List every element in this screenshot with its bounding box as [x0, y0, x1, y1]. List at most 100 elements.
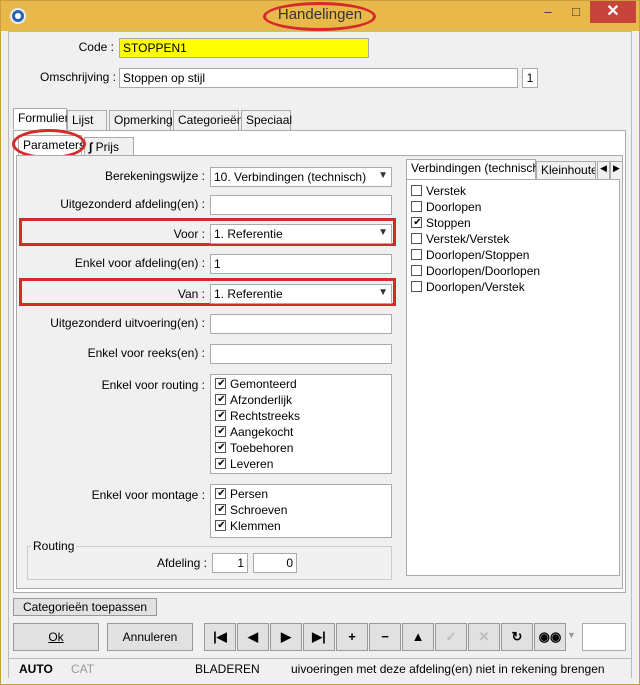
close-icon[interactable]: ✕ [590, 1, 636, 23]
status-cat: CAT [71, 662, 95, 676]
uitgezonderd-afdeling-label: Uitgezonderd afdeling(en) : [60, 197, 205, 211]
checkbox-unchecked[interactable] [411, 201, 422, 212]
tab-formulier[interactable]: Formulier [13, 108, 69, 129]
voor-select[interactable]: 1. Referentie ▼ [210, 224, 392, 244]
verbinding-item-label: Doorlopen/Verstek [426, 280, 525, 294]
code-field[interactable]: STOPPEN1 [119, 38, 369, 58]
van-label: Van : [177, 287, 205, 301]
tab-lijst[interactable]: Lijst [67, 110, 107, 130]
scroll-right-icon[interactable]: ▶ [610, 161, 623, 179]
enkel-afdeling-field[interactable]: 1 [210, 254, 392, 274]
checkbox-unchecked[interactable] [411, 185, 422, 196]
omschrijving-counter: 1 [522, 68, 538, 88]
status-mode: BLADEREN [195, 662, 260, 676]
verbinding-item[interactable]: Doorlopen/Doorlopen [411, 264, 540, 280]
van-value: 1. Referentie [214, 287, 283, 301]
voor-value: 1. Referentie [214, 227, 283, 241]
minimize-icon[interactable]: – [534, 1, 562, 23]
annuleren-button[interactable]: Annuleren [107, 623, 193, 651]
afdeling-from-field[interactable]: 1 [212, 553, 248, 573]
search-binoculars-icon[interactable]: ◉◉ [534, 623, 566, 651]
checkbox-checked[interactable] [215, 394, 227, 405]
ok-button[interactable]: Ok [13, 623, 99, 651]
chevron-down-icon: ▼ [378, 227, 388, 238]
checkbox-checked[interactable] [215, 442, 227, 453]
montage-item[interactable]: Schroeven [215, 503, 287, 519]
verbinding-item-label: Stoppen [426, 216, 471, 230]
montage-label: Enkel voor montage : [91, 488, 205, 502]
tab-opmerking[interactable]: Opmerking [109, 110, 173, 130]
afdeling-label: Afdeling : [156, 556, 207, 570]
checkbox-unchecked[interactable] [411, 265, 422, 276]
tab-kleinhouten[interactable]: Kleinhouten [536, 161, 596, 179]
omschrijving-label: Omschrijving : [39, 70, 116, 84]
add-icon[interactable]: + [336, 623, 368, 651]
first-record-icon[interactable]: |◀ [204, 623, 236, 651]
routing-item[interactable]: Gemonteerd [215, 377, 297, 393]
verbinding-item[interactable]: Verstek [411, 184, 466, 200]
tab-speciaal[interactable]: Speciaal [241, 110, 292, 130]
confirm-icon[interactable]: ✓ [435, 623, 467, 651]
checkbox-unchecked[interactable] [411, 249, 422, 260]
edit-icon[interactable]: ▲ [402, 623, 434, 651]
routing-item[interactable]: Afzonderlijk [215, 393, 292, 409]
checkbox-checked[interactable] [215, 378, 227, 389]
window: Handelingen – □ ✕ Code : STOPPEN1 Omschr… [0, 0, 640, 685]
checkbox-checked[interactable] [215, 488, 227, 499]
routing-item[interactable]: Rechtstreeks [215, 409, 300, 425]
routing-item[interactable]: Aangekocht [215, 425, 293, 441]
uitgezonderd-afdeling-field[interactable] [210, 195, 392, 215]
status-bar: AUTO CAT BLADEREN uivoeringen met deze a… [9, 658, 631, 678]
montage-item[interactable]: Persen [215, 487, 268, 503]
form-area: Code : STOPPEN1 Omschrijving : Stoppen o… [8, 31, 632, 678]
checkbox-unchecked[interactable] [411, 233, 422, 244]
checkbox-checked[interactable] [215, 520, 227, 531]
previous-record-icon[interactable]: ◀ [237, 623, 269, 651]
voor-label: Voor : [173, 227, 205, 241]
berekeningswijze-select[interactable]: 10. Verbindingen (technisch) ▼ [210, 167, 392, 187]
verbinding-item[interactable]: Doorlopen [411, 200, 481, 216]
verbinding-item-label: Doorlopen/Stoppen [426, 248, 530, 262]
categorieen-toepassen-button[interactable]: Categorieën toepassen [13, 598, 157, 616]
cancel-icon[interactable]: ✕ [468, 623, 500, 651]
routing-item-label: Toebehoren [230, 441, 294, 455]
verbinding-item[interactable]: Doorlopen/Stoppen [411, 248, 529, 264]
verbinding-item[interactable]: Verstek/Verstek [411, 232, 509, 248]
tab-verbindingen[interactable]: Verbindingen (technisch) [406, 159, 543, 179]
verbinding-item-label: Doorlopen/Doorlopen [426, 264, 541, 278]
code-label: Code : [78, 40, 114, 54]
uitgezonderd-uitvoering-field[interactable] [210, 314, 392, 334]
dropdown-arrow-icon[interactable]: ▼ [567, 630, 576, 640]
checkbox-checked[interactable] [215, 504, 227, 515]
routing-item[interactable]: Leveren [215, 457, 273, 473]
berekeningswijze-label: Berekeningswijze : [104, 169, 205, 183]
verbinding-item[interactable]: Doorlopen/Verstek [411, 280, 525, 296]
routing-item-label: Leveren [230, 457, 274, 471]
montage-item[interactable]: Klemmen [215, 519, 281, 535]
afdeling-to-field[interactable]: 0 [253, 553, 297, 573]
subtab-prijs-label: Prijs [95, 140, 119, 154]
refresh-icon[interactable]: ↻ [501, 623, 533, 651]
chevron-down-icon: ▼ [378, 170, 388, 181]
routing-label: Enkel voor routing : [101, 378, 205, 392]
checkbox-checked[interactable] [215, 410, 227, 421]
delete-icon[interactable]: − [369, 623, 401, 651]
tab-categorieen[interactable]: Categorieën [173, 110, 243, 130]
van-select[interactable]: 1. Referentie ▼ [210, 284, 392, 304]
verbinding-item[interactable]: Stoppen [411, 216, 471, 232]
routing-item[interactable]: Toebehoren [215, 441, 293, 457]
checkbox-checked[interactable] [215, 426, 227, 437]
checkbox-checked[interactable] [411, 217, 423, 228]
omschrijving-field[interactable]: Stoppen op stijl [119, 68, 518, 88]
next-record-icon[interactable]: ▶ [270, 623, 302, 651]
subtab-prijs[interactable]: ∫ Prijs [84, 137, 134, 157]
enkel-reeks-field[interactable] [210, 344, 392, 364]
checkbox-checked[interactable] [215, 458, 227, 469]
last-record-icon[interactable]: ▶| [303, 623, 335, 651]
record-number-field[interactable] [582, 623, 626, 651]
uitgezonderd-uitvoering-label: Uitgezonderd uitvoering(en) : [50, 316, 205, 330]
status-message: uivoeringen met deze afdeling(en) niet i… [291, 662, 605, 676]
checkbox-unchecked[interactable] [411, 281, 422, 292]
scroll-left-icon[interactable]: ◀ [597, 161, 610, 179]
maximize-icon[interactable]: □ [562, 1, 590, 23]
